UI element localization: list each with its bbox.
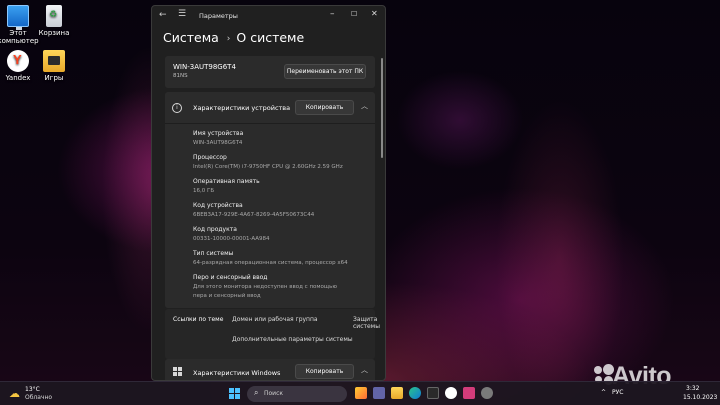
minimize-icon[interactable]: – — [330, 9, 335, 19]
games-folder-icon — [43, 50, 65, 72]
pc-model: 81NS — [173, 73, 188, 79]
related-links-label: Ссылки по теме — [173, 316, 224, 323]
copy-device-specs-button[interactable]: Копировать — [295, 100, 354, 115]
spec-row-pen-touch: Перо и сенсорный ввод Для этого монитора… — [193, 273, 373, 299]
windows-specs-card[interactable]: Характеристики Windows Копировать ︿ — [165, 359, 375, 380]
clock-date[interactable]: 15.10.2023 — [683, 394, 717, 401]
language-indicator[interactable]: РУС — [612, 389, 623, 396]
taskbar-search[interactable]: ⌕ Поиск — [247, 386, 347, 402]
taskbar-app-edge-icon[interactable] — [409, 387, 421, 399]
taskbar-app-yandex-icon[interactable] — [445, 387, 457, 399]
weather-condition: Облачно — [25, 394, 53, 401]
taskbar-app-settings-icon[interactable] — [481, 387, 493, 399]
recycle-bin-icon — [46, 5, 62, 27]
page-title: О системе — [236, 30, 305, 45]
scrollbar[interactable] — [381, 58, 383, 158]
spec-row-system-type: Тип системы 64-разрядная операционная си… — [193, 249, 373, 273]
clock-time[interactable]: 3:32 — [686, 385, 699, 392]
spec-value: 16,0 ГБ — [193, 188, 215, 194]
tray-chevron-icon[interactable]: ^ — [601, 389, 606, 396]
spec-label: Имя устройства — [193, 130, 244, 137]
spec-value: Для этого монитора недоступен ввод с пом… — [193, 284, 337, 290]
desktop-icon-label: Корзина — [38, 29, 70, 37]
taskbar-app-teams-icon[interactable] — [373, 387, 385, 399]
chevron-up-icon[interactable]: ︿ — [361, 365, 368, 375]
spec-row-ram: Оперативная память 16,0 ГБ — [193, 177, 373, 201]
device-specs-list: Имя устройства WIN-3AUT98G6T4 Процессор … — [193, 129, 373, 299]
window-title: Параметры — [199, 12, 238, 20]
spec-row-product-id: Код продукта 00331-10000-00001-AA984 — [193, 225, 373, 249]
device-specs-card: i Характеристики устройства Копировать ︿… — [165, 92, 375, 308]
related-links-card: Ссылки по теме Домен или рабочая группа … — [165, 309, 380, 359]
device-specs-title: Характеристики устройства — [193, 104, 291, 112]
spec-row-device-id: Код устройства 6BEB3A17-929E-4A67-8269-4… — [193, 201, 373, 225]
desktop-icon-label: Игры — [44, 74, 64, 82]
weather-temperature: 13°C — [25, 386, 40, 393]
breadcrumb: Система › О системе — [163, 30, 304, 45]
rename-pc-button[interactable]: Переименовать этот ПК — [284, 64, 366, 79]
spec-label: Перо и сенсорный ввод — [193, 274, 268, 281]
taskbar-app-widgets-icon[interactable] — [355, 387, 367, 399]
spec-row-processor: Процессор Intel(R) Core(TM) i7-9750HF CP… — [193, 153, 373, 177]
breadcrumb-parent[interactable]: Система — [163, 30, 219, 45]
title-bar: ← ☰ Параметры – ☐ ✕ — [152, 6, 385, 26]
advanced-system-settings-link[interactable]: Дополнительные параметры системы — [232, 336, 353, 343]
settings-window: ← ☰ Параметры – ☐ ✕ Система › О системе WI… — [151, 5, 386, 381]
search-icon: ⌕ — [254, 388, 259, 397]
taskbar-app-store-icon[interactable] — [427, 387, 439, 399]
spec-value: 64-разрядная операционная система, проце… — [193, 260, 348, 266]
close-icon[interactable]: ✕ — [371, 9, 378, 18]
spec-value: 6BEB3A17-929E-4A67-8269-4A5F50673C44 — [193, 212, 315, 218]
domain-workgroup-link[interactable]: Домен или рабочая группа — [232, 316, 318, 323]
spec-label: Процессор — [193, 154, 227, 161]
windows-specs-title: Характеристики Windows — [193, 369, 281, 377]
chevron-right-icon: › — [226, 34, 231, 44]
spec-label: Тип системы — [193, 250, 234, 257]
desktop-icon-games[interactable]: Игры — [26, 50, 82, 82]
start-button[interactable] — [229, 388, 240, 399]
windows-logo-icon — [173, 367, 183, 377]
pc-name: WIN-3AUT98G6T4 — [173, 63, 236, 71]
device-specs-header[interactable]: i Характеристики устройства Копировать ︿ — [165, 92, 375, 124]
pc-name-card: WIN-3AUT98G6T4 81NS Переименовать этот П… — [165, 56, 375, 88]
taskbar-app-media-icon[interactable] — [463, 387, 475, 399]
spec-value: WIN-3AUT98G6T4 — [193, 140, 243, 146]
chevron-up-icon[interactable]: ︿ — [361, 101, 368, 111]
hamburger-menu-icon[interactable]: ☰ — [178, 9, 186, 19]
info-icon: i — [172, 103, 182, 113]
spec-value: 00331-10000-00001-AA984 — [193, 236, 270, 242]
spec-label: Оперативная память — [193, 178, 260, 185]
spec-value-line2: пера и сенсорный ввод — [193, 293, 261, 299]
back-arrow-icon[interactable]: ← — [159, 10, 167, 20]
system-protection-link[interactable]: Защита системы — [353, 316, 380, 330]
desktop-icon-recycle-bin[interactable]: Корзина — [26, 5, 82, 37]
partly-cloudy-icon: ☁ — [9, 387, 20, 400]
taskbar: ☁ 13°C Облачно ⌕ Поиск ^ РУС 3:32 15.10.… — [0, 381, 720, 405]
maximize-icon[interactable]: ☐ — [351, 10, 357, 18]
taskbar-app-explorer-icon[interactable] — [391, 387, 403, 399]
spec-value: Intel(R) Core(TM) i7-9750HF CPU @ 2.60GH… — [193, 164, 343, 170]
copy-windows-specs-button[interactable]: Копировать — [295, 364, 354, 379]
spec-row-device-name: Имя устройства WIN-3AUT98G6T4 — [193, 129, 373, 153]
spec-label: Код устройства — [193, 202, 243, 209]
search-placeholder: Поиск — [264, 390, 284, 397]
spec-label: Код продукта — [193, 226, 237, 233]
